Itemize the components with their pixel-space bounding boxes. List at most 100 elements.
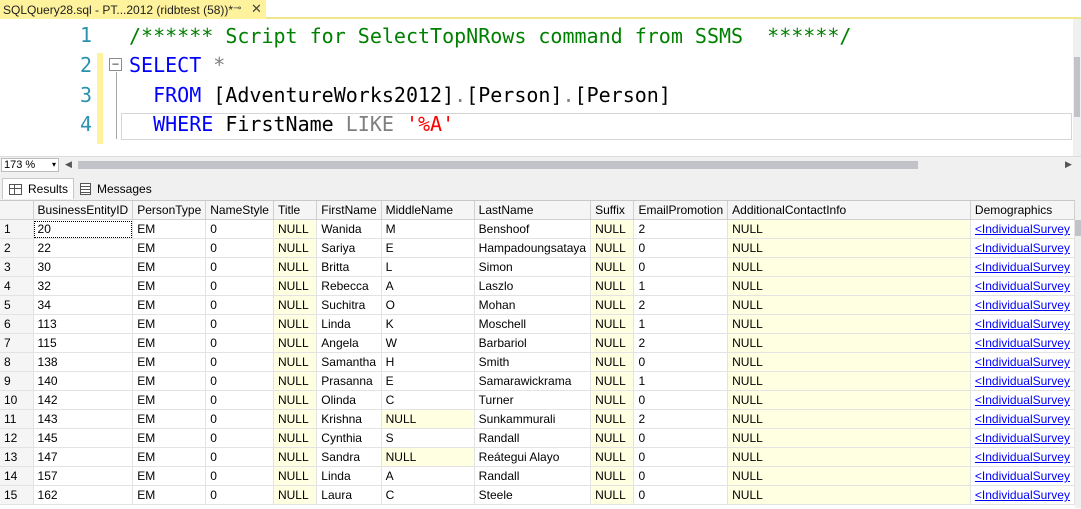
table-cell[interactable]: <IndividualSurvey (970, 314, 1075, 334)
table-cell[interactable]: 1 (633, 314, 729, 334)
code-line-4[interactable]: WHERE FirstName LIKE '%A' (129, 111, 454, 137)
row-number[interactable]: 4 (0, 276, 34, 296)
table-cell[interactable]: <IndividualSurvey (970, 295, 1075, 315)
code-line-1[interactable]: /****** Script for SelectTopNRows comman… (129, 23, 851, 49)
table-cell[interactable]: Olinda (316, 390, 382, 410)
table-cell[interactable]: 0 (205, 314, 274, 334)
table-cell[interactable]: NULL (590, 276, 635, 296)
table-cell[interactable]: NULL (590, 371, 635, 391)
table-cell[interactable]: 147 (33, 447, 134, 467)
table-cell[interactable]: NULL (273, 352, 318, 372)
table-cell[interactable]: NULL (381, 409, 475, 429)
collapse-icon[interactable]: − (109, 58, 122, 71)
table-cell[interactable]: Moschell (474, 314, 592, 334)
table-cell[interactable]: Laura (316, 485, 382, 505)
row-number[interactable]: 3 (0, 257, 34, 277)
table-cell[interactable]: <IndividualSurvey (970, 390, 1075, 410)
table-cell[interactable]: 138 (33, 352, 134, 372)
table-cell[interactable]: E (381, 238, 475, 258)
column-header[interactable]: MiddleName (381, 201, 475, 220)
table-cell[interactable]: Suchitra (316, 295, 382, 315)
table-cell[interactable]: 0 (205, 257, 274, 277)
tab-messages[interactable]: Messages (74, 178, 154, 199)
table-cell[interactable]: Randall (474, 466, 592, 486)
table-cell[interactable]: NULL (273, 238, 318, 258)
table-cell[interactable]: 0 (633, 485, 729, 505)
row-number[interactable]: 11 (0, 409, 34, 429)
table-cell[interactable]: NULL (727, 295, 971, 315)
table-row[interactable]: 1 20 EM 0 NULL Wanida M Benshoof NULL 2 NULL <Indiv… (0, 219, 1075, 239)
table-cell[interactable]: Sandra (316, 447, 382, 467)
table-cell[interactable]: NULL (590, 428, 635, 448)
table-cell[interactable]: NULL (273, 257, 318, 277)
table-cell[interactable]: <IndividualSurvey (970, 257, 1075, 277)
table-cell[interactable]: Simon (474, 257, 592, 277)
grid-vertical-scrollbar[interactable] (1075, 200, 1081, 508)
row-number[interactable]: 10 (0, 390, 34, 410)
table-cell[interactable]: 2 (633, 295, 729, 315)
horizontal-scroll-thumb[interactable] (78, 161, 918, 169)
table-cell[interactable]: NULL (727, 276, 971, 296)
table-cell[interactable]: EM (132, 428, 207, 448)
scroll-left-icon[interactable]: ◀ (65, 159, 72, 170)
table-cell[interactable]: Barbariol (474, 333, 592, 353)
table-cell[interactable]: NULL (273, 390, 318, 410)
table-cell[interactable]: 0 (205, 333, 274, 353)
table-cell[interactable]: S (381, 428, 475, 448)
table-cell[interactable]: 32 (33, 276, 134, 296)
row-number[interactable]: 5 (0, 295, 34, 315)
table-row[interactable]: 6 113 EM 0 NULL Linda K Moschell NULL 1 NULL <Indiv… (0, 314, 1075, 334)
row-number[interactable]: 14 (0, 466, 34, 486)
table-cell[interactable]: 0 (205, 295, 274, 315)
table-row[interactable]: 9 140 EM 0 NULL Prasanna E Samarawickrama NULL 1 N… (0, 371, 1075, 391)
table-cell[interactable]: 113 (33, 314, 134, 334)
table-cell[interactable]: <IndividualSurvey (970, 466, 1075, 486)
table-cell[interactable]: 0 (633, 257, 729, 277)
table-cell[interactable]: 22 (33, 238, 134, 258)
table-row[interactable]: 3 30 EM 0 NULL Britta L Simon NULL 0 NULL <Individu… (0, 257, 1075, 277)
table-cell[interactable]: 145 (33, 428, 134, 448)
table-cell[interactable]: <IndividualSurvey (970, 428, 1075, 448)
table-cell[interactable]: Rebecca (316, 276, 382, 296)
table-cell[interactable]: NULL (727, 466, 971, 486)
table-cell[interactable]: Samarawickrama (474, 371, 592, 391)
table-row[interactable]: 7 115 EM 0 NULL Angela W Barbariol NULL 2 NULL <Ind… (0, 333, 1075, 353)
table-cell[interactable]: NULL (590, 333, 635, 353)
chevron-down-icon[interactable]: ▾ (52, 159, 56, 171)
grid-scroll-thumb[interactable] (1075, 220, 1081, 236)
table-cell[interactable]: EM (132, 352, 207, 372)
table-cell[interactable]: H (381, 352, 475, 372)
row-number[interactable]: 2 (0, 238, 34, 258)
table-cell[interactable]: 143 (33, 409, 134, 429)
table-cell[interactable]: 0 (205, 447, 274, 467)
table-cell[interactable]: NULL (273, 466, 318, 486)
table-cell[interactable]: 0 (205, 238, 274, 258)
table-cell[interactable]: NULL (590, 409, 635, 429)
table-cell[interactable]: Sunkammurali (474, 409, 592, 429)
column-header[interactable]: Demographics (970, 201, 1075, 220)
table-cell[interactable]: <IndividualSurvey (970, 447, 1075, 467)
table-cell[interactable]: NULL (381, 447, 475, 467)
column-header[interactable]: Title (273, 201, 318, 220)
column-header[interactable]: NameStyle (205, 201, 274, 220)
table-cell[interactable]: NULL (273, 314, 318, 334)
table-cell[interactable]: Reátegui Alayo (474, 447, 592, 467)
table-cell[interactable]: NULL (727, 485, 971, 505)
table-cell[interactable]: 0 (205, 466, 274, 486)
table-cell[interactable]: NULL (727, 352, 971, 372)
table-cell[interactable]: 142 (33, 390, 134, 410)
table-cell[interactable]: K (381, 314, 475, 334)
table-cell[interactable]: NULL (590, 295, 635, 315)
table-cell[interactable]: NULL (727, 409, 971, 429)
table-cell[interactable]: NULL (590, 390, 635, 410)
table-cell[interactable]: <IndividualSurvey (970, 219, 1075, 239)
table-cell[interactable]: NULL (727, 371, 971, 391)
table-cell[interactable]: EM (132, 314, 207, 334)
row-number[interactable]: 1 (0, 219, 34, 239)
table-cell[interactable]: EM (132, 466, 207, 486)
table-cell[interactable]: NULL (273, 295, 318, 315)
column-header[interactable]: LastName (474, 201, 592, 220)
table-cell[interactable]: Turner (474, 390, 592, 410)
table-cell[interactable]: 0 (633, 466, 729, 486)
row-number[interactable]: 8 (0, 352, 34, 372)
